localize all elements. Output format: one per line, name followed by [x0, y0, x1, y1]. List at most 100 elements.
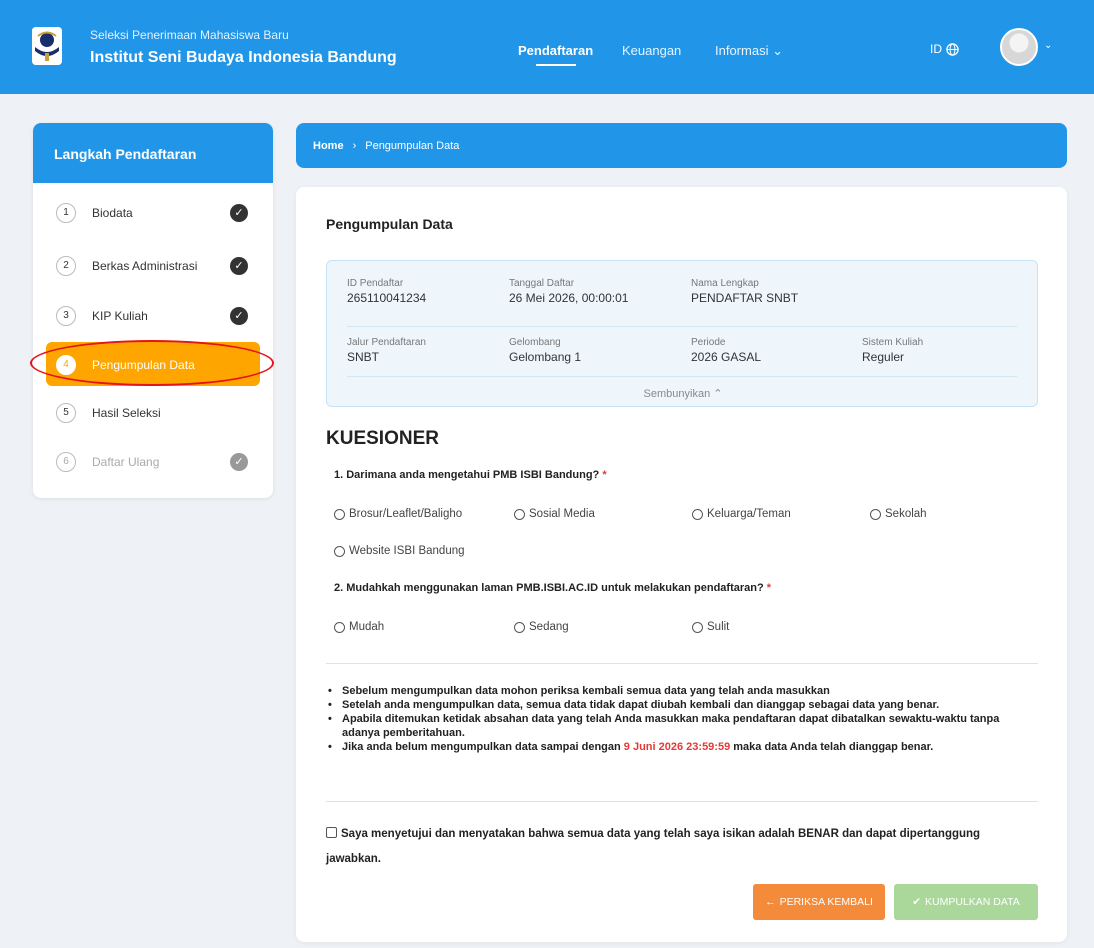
nav-active-indicator: [536, 64, 576, 66]
option-label: Sedang: [529, 621, 569, 633]
nav-keuangan[interactable]: Keuangan: [622, 43, 681, 58]
radio-button[interactable]: [514, 621, 525, 633]
info-value: Gelombang 1: [509, 350, 582, 364]
kumpulkan-data-button[interactable]: ✔ KUMPULKAN DATA: [894, 884, 1038, 920]
brand-title[interactable]: Institut Seni Budaya Indonesia Bandung: [90, 49, 397, 67]
top-navbar: Seleksi Penerimaan Mahasiswa Baru Instit…: [0, 0, 1094, 94]
chevron-down-icon[interactable]: ⌄: [1044, 40, 1052, 51]
breadcrumb-current: Pengumpulan Data: [365, 139, 460, 152]
step-label: KIP Kuliah: [92, 309, 148, 323]
q1-option-keluarga[interactable]: Keluarga/Teman: [692, 508, 791, 520]
step-berkas-administrasi[interactable]: 2 Berkas Administrasi ✓: [33, 243, 273, 287]
info-value: PENDAFTAR SNBT: [691, 291, 799, 305]
check-circle-icon: ✓: [230, 204, 248, 222]
note-text: maka data Anda telah dianggap benar.: [730, 741, 934, 753]
nav-pendaftaran[interactable]: Pendaftaran: [518, 43, 593, 58]
check-icon: ✔: [912, 896, 922, 908]
option-label: Sosial Media: [529, 508, 595, 520]
option-label: Brosur/Leaflet/Baligho: [349, 508, 463, 520]
q1-option-brosur[interactable]: Brosur/Leaflet/Baligho: [334, 508, 462, 520]
step-label: Daftar Ulang: [92, 455, 160, 469]
agreement: Saya menyetujui dan menyatakan bahwa sem…: [326, 822, 1026, 872]
step-daftar-ulang[interactable]: 6 Daftar Ulang ✓: [33, 439, 273, 483]
q1-option-website[interactable]: Website ISBI Bandung: [334, 545, 465, 557]
info-label: Sistem Kuliah: [862, 337, 924, 348]
highlight-annotation: [30, 340, 274, 386]
info-value: 2026 GASAL: [691, 350, 762, 364]
info-label: Tanggal Daftar: [509, 278, 575, 289]
option-label: Sulit: [707, 621, 730, 633]
deadline-date: 9 Juni 2026 23:59:59: [623, 741, 731, 753]
q2-option-mudah[interactable]: Mudah: [334, 621, 384, 633]
button-label: PERIKSA KEMBALI: [779, 896, 873, 908]
registration-steps-sidebar: Langkah Pendaftaran 1 Biodata ✓ 2 Berkas…: [33, 123, 273, 498]
info-periode: Periode 2026 GASAL: [691, 337, 761, 364]
sidebar-title: Langkah Pendaftaran: [33, 123, 273, 183]
question-text: 2. Mudahkah menggunakan laman PMB.ISBI.A…: [334, 582, 764, 594]
question-text: 1. Darimana anda mengetahui PMB ISBI Ban…: [334, 469, 600, 481]
step-kip-kuliah[interactable]: 3 KIP Kuliah ✓: [33, 293, 273, 337]
required-mark: *: [766, 582, 772, 594]
info-tanggal-daftar: Tanggal Daftar 26 Mei 2026, 00:00:01: [509, 278, 628, 305]
isbi-logo[interactable]: [32, 27, 62, 65]
option-label: Keluarga/Teman: [707, 508, 791, 520]
q2-option-sulit[interactable]: Sulit: [692, 621, 729, 633]
submission-notes: Sebelum mengumpulkan data mohon periksa …: [326, 684, 1038, 754]
hide-info-toggle[interactable]: Sembunyikan ⌃: [327, 387, 1039, 400]
step-number: 3: [56, 306, 76, 326]
language-code: ID: [930, 42, 942, 56]
applicant-info-box: ID Pendaftar 265110041234 Tanggal Daftar…: [326, 260, 1038, 407]
step-number: 1: [56, 203, 76, 223]
check-circle-icon: ✓: [230, 453, 248, 471]
radio-button[interactable]: [692, 508, 703, 520]
section-divider: [326, 801, 1038, 802]
radio-button[interactable]: [692, 621, 703, 633]
info-label: Periode: [691, 337, 726, 348]
section-divider: [326, 663, 1038, 664]
globe-icon: [946, 42, 959, 56]
breadcrumb: Home › Pengumpulan Data: [296, 123, 1067, 168]
step-label: Berkas Administrasi: [92, 259, 198, 273]
radio-button[interactable]: [334, 621, 345, 633]
step-number: 5: [56, 403, 76, 423]
radio-button[interactable]: [870, 508, 881, 520]
breadcrumb-home[interactable]: Home: [313, 140, 344, 152]
option-label: Sekolah: [885, 508, 927, 520]
questionnaire-title: KUESIONER: [326, 428, 439, 449]
breadcrumb-separator: ›: [352, 139, 357, 152]
q2-option-sedang[interactable]: Sedang: [514, 621, 569, 633]
language-switcher[interactable]: ID: [930, 42, 959, 56]
option-label: Mudah: [349, 621, 385, 633]
required-mark: *: [602, 469, 607, 481]
radio-button[interactable]: [334, 508, 345, 520]
q1-option-sosial-media[interactable]: Sosial Media: [514, 508, 595, 520]
info-gelombang: Gelombang Gelombang 1: [509, 337, 581, 364]
user-avatar[interactable]: [1000, 28, 1038, 66]
radio-button[interactable]: [334, 545, 345, 557]
nav-informasi[interactable]: Informasi ⌄: [715, 43, 783, 59]
arrow-left-icon: ←: [765, 896, 776, 908]
info-nama-lengkap: Nama Lengkap PENDAFTAR SNBT: [691, 278, 798, 305]
info-jalur: Jalur Pendaftaran SNBT: [347, 337, 426, 364]
question-1: 1. Darimana anda mengetahui PMB ISBI Ban…: [334, 469, 607, 481]
page-title: Pengumpulan Data: [326, 216, 453, 232]
step-biodata[interactable]: 1 Biodata ✓: [33, 190, 273, 234]
q1-option-sekolah[interactable]: Sekolah: [870, 508, 927, 520]
step-label: Biodata: [92, 206, 133, 220]
agreement-text: Saya menyetujui dan menyatakan bahwa sem…: [326, 828, 981, 865]
info-value: SNBT: [347, 350, 380, 364]
option-label: Website ISBI Bandung: [349, 545, 465, 557]
radio-button[interactable]: [514, 508, 525, 520]
note-item: Apabila ditemukan ketidak absahan data y…: [326, 712, 1038, 740]
check-circle-icon: ✓: [230, 257, 248, 275]
info-divider: [347, 326, 1017, 327]
note-text: Jika anda belum mengumpulkan data sampai…: [342, 741, 624, 753]
periksa-kembali-button[interactable]: ← PERIKSA KEMBALI: [753, 884, 885, 920]
info-sistem-kuliah: Sistem Kuliah Reguler: [862, 337, 923, 364]
agree-checkbox[interactable]: [326, 827, 337, 838]
button-label: KUMPULKAN DATA: [925, 896, 1020, 908]
note-item: Setelah anda mengumpulkan data, semua da…: [326, 698, 1038, 712]
info-value: Reguler: [862, 350, 905, 364]
step-hasil-seleksi[interactable]: 5 Hasil Seleksi: [33, 390, 273, 434]
step-number: 6: [56, 452, 76, 472]
